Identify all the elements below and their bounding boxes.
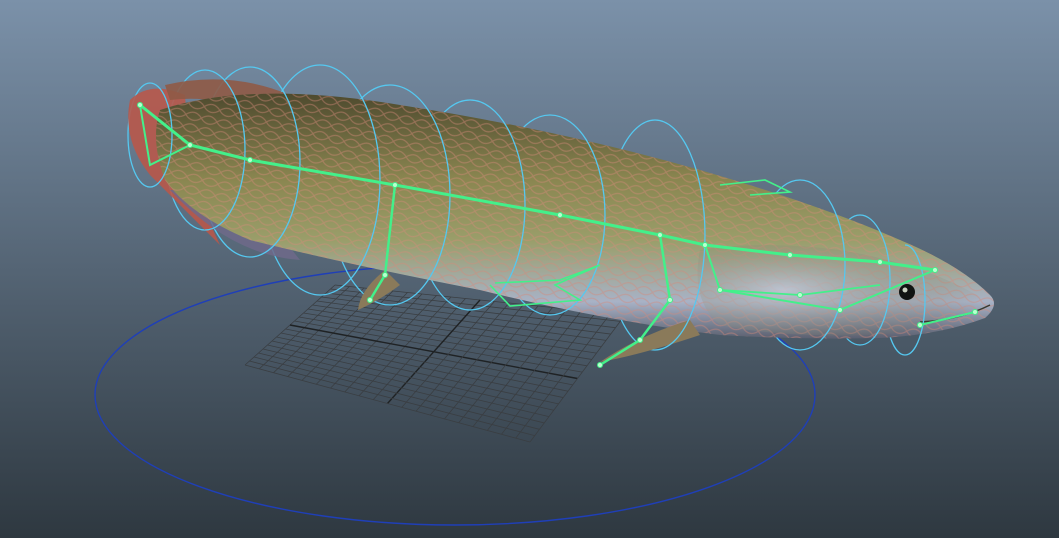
skeleton-joint[interactable] xyxy=(367,297,373,303)
skeleton-joint[interactable] xyxy=(187,142,193,148)
skeleton-joint[interactable] xyxy=(717,287,723,293)
skeleton-joint[interactable] xyxy=(597,362,603,368)
skeleton-joint[interactable] xyxy=(557,212,563,218)
skeleton-joint[interactable] xyxy=(932,267,938,273)
3d-viewport[interactable] xyxy=(0,0,1059,538)
skeleton-joint[interactable] xyxy=(657,232,663,238)
skeleton-joint[interactable] xyxy=(877,259,883,265)
skeleton-joint[interactable] xyxy=(787,252,793,258)
skeleton-joint[interactable] xyxy=(392,182,398,188)
skeleton-joint[interactable] xyxy=(917,322,923,328)
skeleton-joint[interactable] xyxy=(667,297,673,303)
skeleton-joint[interactable] xyxy=(702,242,708,248)
fish-eye xyxy=(899,284,915,300)
skeleton-joint[interactable] xyxy=(837,307,843,313)
skeleton-joint[interactable] xyxy=(382,272,388,278)
skeleton-joint[interactable] xyxy=(972,309,978,315)
skeleton-joint[interactable] xyxy=(797,292,803,298)
skeleton-joint[interactable] xyxy=(637,337,643,343)
skeleton-joint[interactable] xyxy=(247,157,253,163)
viewport-scene[interactable] xyxy=(0,0,1059,538)
fish-eye-highlight xyxy=(902,287,908,293)
skeleton-joint[interactable] xyxy=(137,102,143,108)
